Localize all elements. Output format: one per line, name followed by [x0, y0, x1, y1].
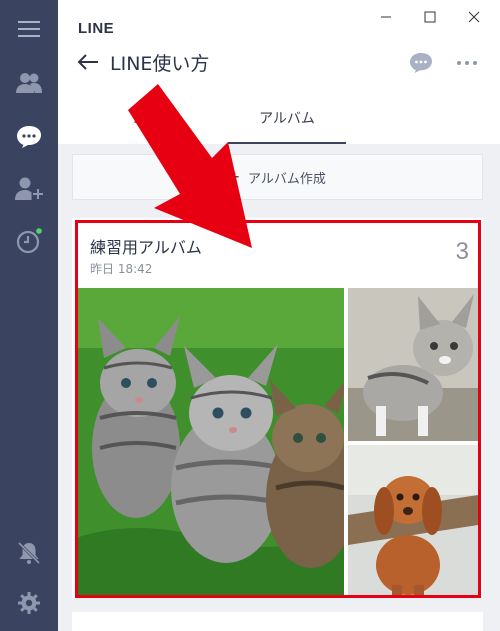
notification-off-icon[interactable]: [14, 538, 44, 568]
tab-notes[interactable]: ノート: [78, 92, 228, 144]
chat-icon[interactable]: [14, 122, 44, 152]
album-photo-kittens[interactable]: [76, 288, 344, 597]
close-icon[interactable]: [464, 8, 484, 26]
tab-album-label: アルバム: [259, 111, 315, 127]
create-album-button[interactable]: + アルバム作成: [72, 154, 483, 200]
tab-notes-label: ノート: [132, 111, 174, 127]
album-time: 昨日 18:42: [90, 262, 153, 276]
album-list: + アルバム作成 練習用アルバム 昨日 18:42 3: [58, 144, 500, 631]
album-card-next[interactable]: [72, 612, 483, 631]
app-name: LINE: [78, 20, 115, 37]
create-album-label: アルバム作成: [248, 171, 326, 187]
more-icon[interactable]: [454, 50, 480, 76]
album-photo-kitten[interactable]: [348, 288, 478, 441]
new-badge: [36, 228, 42, 234]
tab-bar: ノート アルバム: [58, 92, 500, 144]
minimize-icon[interactable]: [376, 8, 396, 26]
friends-icon[interactable]: [14, 68, 44, 98]
maximize-icon[interactable]: [420, 8, 440, 26]
chat-bubble-icon[interactable]: [408, 50, 434, 76]
timeline-icon[interactable]: [14, 226, 44, 256]
plus-icon: +: [229, 169, 241, 185]
album-name: 練習用アルバム: [90, 238, 202, 257]
album-card[interactable]: 練習用アルバム 昨日 18:42 3: [72, 218, 483, 598]
album-photo-puppy[interactable]: [348, 445, 478, 597]
main-panel: LINE LINE使い方 ノート アルバム + アルバム作成 練習用アルバム 昨…: [58, 0, 500, 631]
add-friend-icon[interactable]: [14, 174, 44, 204]
sidebar: [0, 0, 58, 631]
settings-icon[interactable]: [14, 588, 44, 618]
album-photo-count: 3: [455, 238, 469, 265]
chat-title: LINE使い方: [110, 53, 210, 75]
tab-album[interactable]: アルバム: [228, 92, 346, 144]
menu-icon[interactable]: [14, 14, 44, 44]
back-arrow-icon[interactable]: [76, 50, 100, 74]
